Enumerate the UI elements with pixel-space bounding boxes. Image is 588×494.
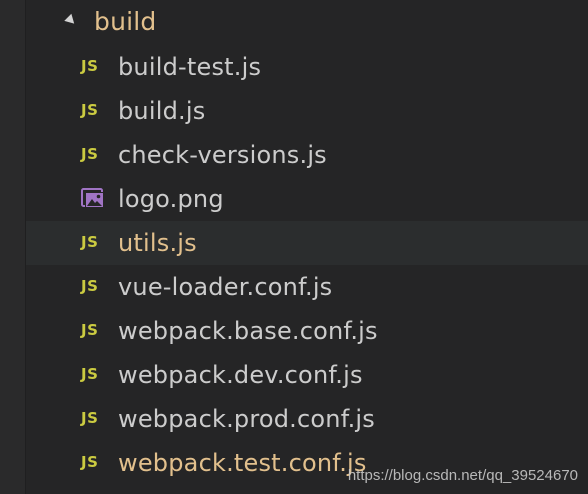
- js-file-icon: JS: [81, 321, 99, 339]
- file-label: webpack.test.conf.js: [118, 449, 367, 477]
- watermark: https://blog.csdn.net/qq_39524670: [347, 467, 578, 484]
- activity-bar: [0, 0, 26, 494]
- file-item[interactable]: JS check-versions.js: [26, 133, 588, 177]
- file-label: webpack.prod.conf.js: [118, 405, 376, 433]
- file-label: utils.js: [118, 229, 197, 257]
- file-list: JS build-test.js JS build.js JS check-ve…: [26, 45, 588, 485]
- js-file-icon: JS: [81, 277, 99, 295]
- js-file-icon: JS: [81, 453, 99, 471]
- js-file-icon: JS: [81, 409, 99, 427]
- folder-label: build: [94, 7, 157, 36]
- chevron-down-icon[interactable]: [64, 13, 78, 28]
- file-label: webpack.dev.conf.js: [118, 361, 363, 389]
- js-file-icon: JS: [81, 101, 99, 119]
- js-file-icon: JS: [81, 365, 99, 383]
- file-item[interactable]: JS webpack.prod.conf.js: [26, 397, 588, 441]
- file-item[interactable]: JS utils.js: [26, 221, 588, 265]
- file-label: build.js: [118, 97, 206, 125]
- js-file-icon: JS: [81, 233, 99, 251]
- js-file-icon: JS: [81, 145, 99, 163]
- image-file-icon: [81, 187, 105, 209]
- file-label: webpack.base.conf.js: [118, 317, 378, 345]
- file-label: vue-loader.conf.js: [118, 273, 333, 301]
- file-explorer: build JS build-test.js JS build.js JS ch…: [26, 0, 588, 494]
- file-item[interactable]: JS webpack.dev.conf.js: [26, 353, 588, 397]
- file-item[interactable]: JS webpack.base.conf.js: [26, 309, 588, 353]
- folder-build[interactable]: build: [26, 0, 588, 44]
- file-item[interactable]: logo.png: [26, 177, 588, 221]
- file-label: build-test.js: [118, 53, 262, 81]
- file-item[interactable]: JS vue-loader.conf.js: [26, 265, 588, 309]
- js-file-icon: JS: [81, 57, 99, 75]
- file-label: check-versions.js: [118, 141, 327, 169]
- file-item[interactable]: JS build-test.js: [26, 45, 588, 89]
- file-item[interactable]: JS build.js: [26, 89, 588, 133]
- file-label: logo.png: [118, 185, 224, 213]
